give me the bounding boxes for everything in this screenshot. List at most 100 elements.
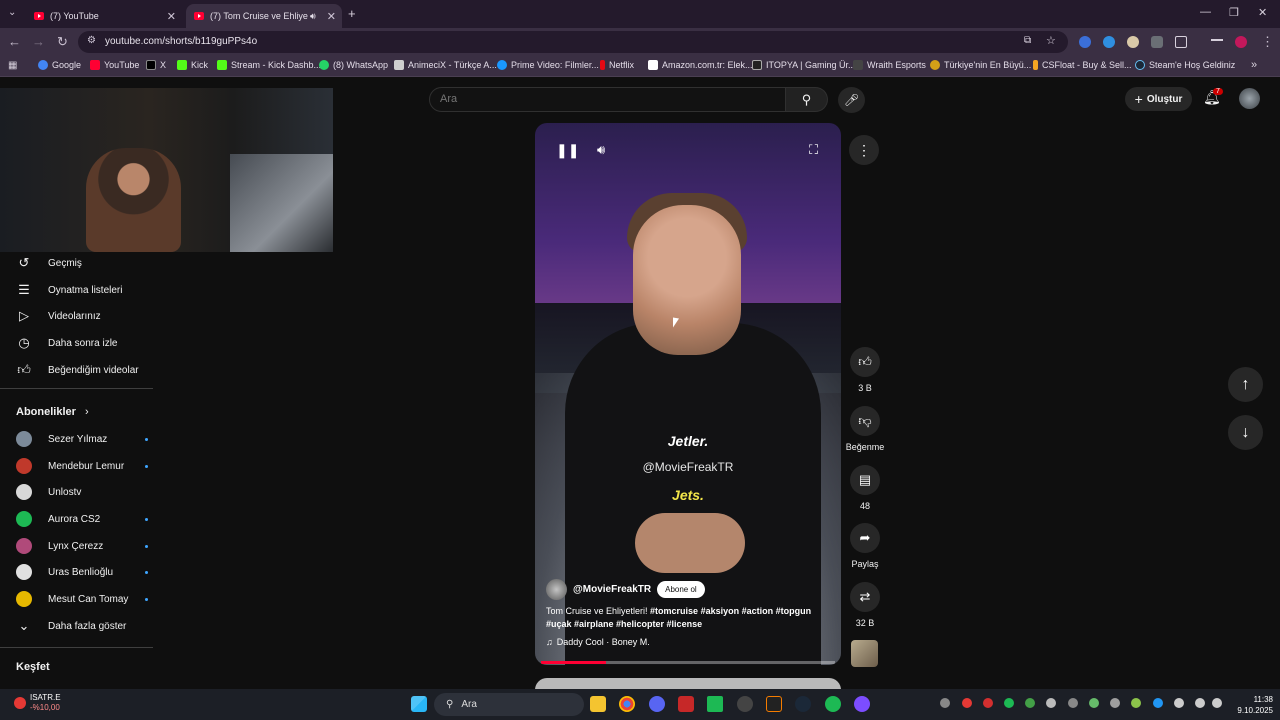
more-options-button[interactable]: ⋮: [849, 135, 879, 165]
search-box[interactable]: [429, 87, 786, 112]
site-info-icon[interactable]: ⚙: [87, 35, 96, 46]
bluetooth-icon[interactable]: [1153, 698, 1163, 708]
channel-avatar[interactable]: [546, 579, 567, 600]
browser-menu-icon[interactable]: ⋮: [1261, 34, 1274, 50]
share-button[interactable]: ➦ Paylaş: [849, 523, 881, 569]
subscription-item[interactable]: Sezer Yılmaz: [16, 431, 148, 447]
bookmark-amazon[interactable]: Amazon.com.tr: Elek...: [648, 60, 753, 70]
account-avatar[interactable]: [1239, 88, 1260, 109]
subscribe-button[interactable]: Abone ol: [657, 581, 705, 598]
bookmark-prime-video[interactable]: Prime Video: Filmler...: [497, 60, 599, 70]
bookmark-kick[interactable]: Kick: [177, 60, 208, 70]
back-icon[interactable]: ←: [8, 34, 21, 49]
bookmark-netflix[interactable]: Netflix: [600, 60, 634, 70]
previous-short-button[interactable]: ↑: [1228, 367, 1263, 402]
bookmark-turkiye[interactable]: Türkiye'nin En Büyü...: [930, 60, 1031, 70]
tray-icon[interactable]: [1089, 698, 1099, 708]
url-text[interactable]: youtube.com/shorts/b119guPPs4o: [105, 36, 257, 47]
tray-icon[interactable]: [1046, 698, 1056, 708]
shorts-player[interactable]: ❚❚ 🔊︎ ⛶ Jetler. @MovieFreakTR Jets. @Mov…: [535, 123, 841, 665]
tab-current-short[interactable]: (7) Tom Cruise ve Ehliyetleri 🔊︎ ✕: [186, 4, 342, 28]
tray-icon[interactable]: [1110, 698, 1120, 708]
bookmark-star-icon[interactable]: ☆: [1046, 34, 1056, 47]
reload-icon[interactable]: ↻: [57, 34, 68, 50]
show-more-button[interactable]: ⌄ Daha fazla göster: [16, 618, 127, 634]
pause-icon[interactable]: ❚❚: [556, 142, 579, 159]
next-short-button[interactable]: ↓: [1228, 415, 1263, 450]
restore-icon[interactable]: ❐: [1229, 6, 1239, 19]
stock-widget[interactable]: ISATR.E -%10,00: [14, 693, 61, 713]
app-icon[interactable]: [854, 696, 870, 712]
microphone-icon[interactable]: [1174, 698, 1184, 708]
dislike-button[interactable]: 👎︎ Beğenme: [846, 406, 884, 452]
discord-icon[interactable]: [649, 696, 665, 712]
subscription-item[interactable]: Uras Benlioğlu: [16, 564, 148, 580]
music-link[interactable]: ♫ Daddy Cool · Boney M.: [546, 637, 650, 647]
media-controls-icon[interactable]: [1211, 39, 1223, 45]
file-explorer-icon[interactable]: [590, 696, 606, 712]
tray-icon[interactable]: [983, 698, 993, 708]
sidebar-item-liked-videos[interactable]: 👍︎ Beğendiğim videolar: [16, 362, 138, 378]
subscription-item[interactable]: Unlostv: [16, 484, 136, 500]
bookmark-x[interactable]: X: [146, 60, 166, 70]
tray-icon[interactable]: [1068, 698, 1078, 708]
channel-name[interactable]: @MovieFreakTR: [573, 584, 651, 595]
close-window-icon[interactable]: ✕: [1258, 6, 1267, 19]
new-tab-icon[interactable]: +: [348, 6, 356, 21]
bookmark-itopya[interactable]: ITOPYA | Gaming Ür...: [752, 60, 856, 70]
bookmark-steam[interactable]: Steam'e Hoş Geldiniz: [1135, 60, 1235, 70]
tray-icon[interactable]: [1025, 698, 1035, 708]
address-bar[interactable]: ⚙ youtube.com/shorts/b119guPPs4o ⧉ ☆: [78, 31, 1068, 53]
volume-icon[interactable]: [1212, 698, 1222, 708]
sidebar-item-watch-later[interactable]: ◷ Daha sonra izle: [16, 335, 117, 351]
extension-icon[interactable]: [1127, 36, 1139, 48]
remix-button[interactable]: ⇄ 32 B: [849, 582, 881, 628]
bookmark-kick-dashboard[interactable]: Stream - Kick Dashb...: [217, 60, 321, 70]
sidebar-item-your-videos[interactable]: ▷ Videolarınız: [16, 308, 101, 324]
extensions-puzzle-icon[interactable]: [1175, 36, 1187, 48]
install-app-icon[interactable]: ⧉: [1024, 35, 1031, 46]
bookmark-csfloat[interactable]: CSFloat - Buy & Sell...: [1033, 60, 1132, 70]
next-short-preview[interactable]: [535, 678, 841, 689]
app-icon[interactable]: [707, 696, 723, 712]
tray-icon[interactable]: [1131, 698, 1141, 708]
subscription-item[interactable]: Aurora CS2: [16, 511, 148, 527]
subscription-item[interactable]: Lynx Çerezz: [16, 538, 148, 554]
tab-search-icon[interactable]: ⌄: [8, 7, 16, 18]
extension-icon[interactable]: [1103, 36, 1115, 48]
bookmark-youtube[interactable]: YouTube: [90, 60, 139, 70]
subscription-item[interactable]: Mesut Can Tomay: [16, 591, 148, 607]
tray-chevron-icon[interactable]: [940, 698, 950, 708]
bookmark-google[interactable]: Google: [38, 60, 81, 70]
subscriptions-header[interactable]: Abonelikler ›: [16, 406, 89, 418]
close-tab-icon[interactable]: ✕: [327, 10, 336, 23]
like-button[interactable]: 👍︎ 3 B: [849, 347, 881, 393]
extension-icon[interactable]: [1151, 36, 1163, 48]
bookmark-animecix[interactable]: AnimeciX - Türkçe A...: [394, 60, 497, 70]
search-button[interactable]: ⚲: [786, 87, 828, 112]
steam-icon[interactable]: [795, 696, 811, 712]
search-input[interactable]: [440, 93, 770, 105]
taskbar-search[interactable]: ⚲ Ara: [434, 693, 584, 716]
sound-thumbnail[interactable]: [851, 640, 878, 667]
bookmark-wraith[interactable]: Wraith Esports: [853, 60, 926, 70]
app-icon[interactable]: [737, 696, 753, 712]
chrome-icon[interactable]: [619, 696, 635, 712]
app-icon[interactable]: [678, 696, 694, 712]
sidebar-item-playlists[interactable]: ☰ Oynatma listeleri: [16, 282, 122, 298]
voice-search-button[interactable]: 🎤︎: [838, 87, 865, 113]
minimize-icon[interactable]: —: [1200, 6, 1211, 18]
spotify-icon[interactable]: [825, 696, 841, 712]
network-icon[interactable]: [1195, 698, 1205, 708]
bookmark-whatsapp[interactable]: (8) WhatsApp: [319, 60, 388, 70]
tray-icon[interactable]: [962, 698, 972, 708]
tray-icon[interactable]: [1004, 698, 1014, 708]
forward-icon[interactable]: →: [32, 34, 45, 49]
app-icon[interactable]: [766, 696, 782, 712]
windows-start-icon[interactable]: [411, 696, 427, 712]
volume-icon[interactable]: 🔊︎: [597, 142, 605, 158]
tab-youtube-home[interactable]: (7) YouTube ✕: [26, 4, 182, 28]
create-button[interactable]: + Oluştur: [1125, 87, 1192, 111]
video-progress-bar[interactable]: [541, 661, 835, 664]
extension-icon[interactable]: [1079, 36, 1091, 48]
